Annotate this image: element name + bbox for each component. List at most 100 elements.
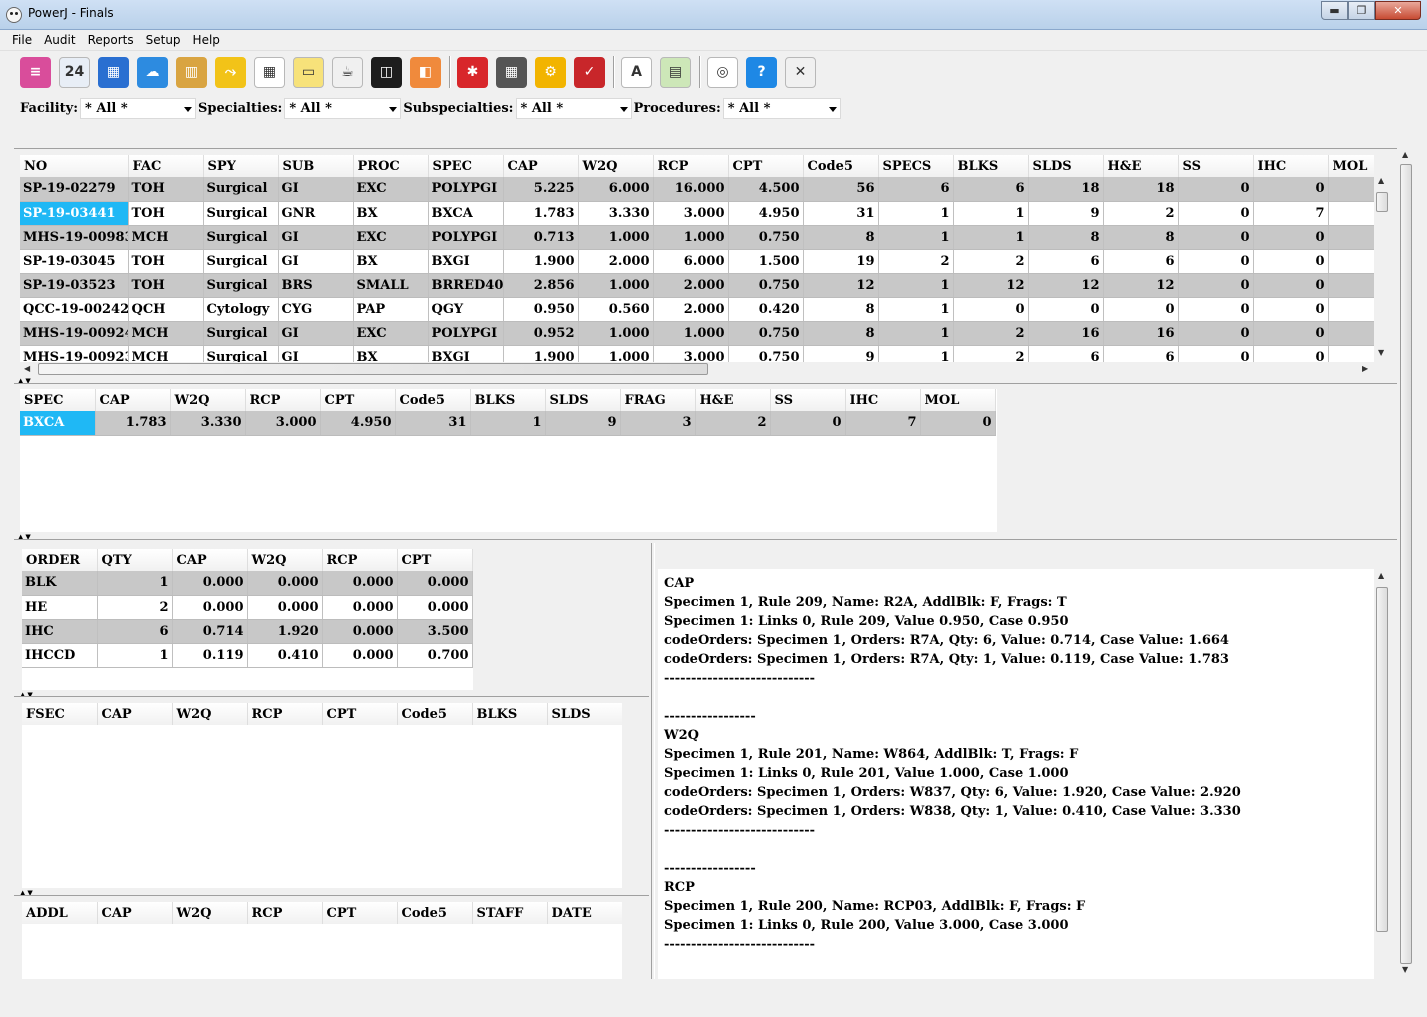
column-header[interactable]: CPT [728, 155, 804, 177]
table-cell[interactable]: Surgical [203, 225, 279, 250]
table-cell[interactable]: 31 [395, 411, 471, 436]
column-header[interactable]: W2Q [578, 155, 654, 177]
column-header[interactable]: NO [20, 155, 129, 177]
table-cell[interactable]: EXC [353, 321, 429, 346]
table-cell[interactable]: 0 [1253, 177, 1329, 202]
column-header[interactable]: CAP [503, 155, 579, 177]
clock-24-icon[interactable]: 24 [59, 56, 90, 88]
vertical-splitter[interactable] [651, 543, 655, 979]
cases-grid[interactable]: NO FAC SPY SUB PROC SPEC CAP W2Q RCP CPT Code5 SPEC… [20, 155, 1374, 362]
table-cell[interactable]: Surgical [203, 201, 279, 226]
column-header[interactable]: SPY [203, 155, 279, 177]
cases-vscrollbar[interactable]: ▲ ▼ [1374, 176, 1390, 362]
scroll-up-icon[interactable]: ▲ [1378, 571, 1384, 580]
database-icon[interactable]: ≡ [20, 56, 51, 88]
close-window-button[interactable]: ✕ [1375, 1, 1421, 20]
table-cell[interactable]: 8 [803, 225, 879, 250]
facility-select[interactable]: * All * [80, 97, 197, 119]
column-header[interactable]: ORDER [22, 549, 98, 571]
menu-help[interactable]: Help [187, 30, 226, 50]
table-row[interactable]: HE 2 0.000 0.000 0.000 0.000 [22, 595, 473, 620]
table-cell[interactable]: POLYPGI [428, 177, 504, 202]
table-cell[interactable]: 1 [878, 225, 954, 250]
table-cell[interactable]: MCH [128, 225, 204, 250]
table-cell[interactable]: 0 [1178, 273, 1254, 298]
column-header[interactable]: SS [1178, 155, 1254, 177]
scroll-thumb[interactable] [1376, 587, 1388, 932]
table-cell[interactable]: 0.952 [503, 321, 579, 346]
table-cell[interactable]: 0 [1178, 321, 1254, 346]
table-cell[interactable]: BXGI [428, 249, 504, 274]
table-cell[interactable]: GI [278, 249, 354, 274]
table-cell[interactable]: GI [278, 177, 354, 202]
table-cell[interactable]: 6 [1103, 249, 1179, 274]
column-header[interactable]: Code5 [395, 389, 471, 411]
splitter[interactable] [14, 383, 1397, 386]
table-cell[interactable]: POLYPGI [428, 225, 504, 250]
procedures-select[interactable]: * All * [722, 97, 841, 119]
table-cell[interactable] [1328, 273, 1374, 298]
column-header[interactable]: SPECS [878, 155, 954, 177]
table-cell[interactable]: BX [353, 249, 429, 274]
table-cell[interactable]: 0 [1253, 249, 1329, 274]
table-cell[interactable]: 0.950 [503, 297, 579, 322]
table-cell[interactable]: 0.700 [397, 643, 473, 668]
table-row[interactable]: BLK 1 0.000 0.000 0.000 0.000 [22, 571, 473, 596]
column-header[interactable]: RCP [322, 549, 398, 571]
scroll-down-icon[interactable]: ▼ [1402, 965, 1408, 974]
scroll-thumb[interactable] [1376, 192, 1388, 212]
calculator-icon[interactable]: ▦ [496, 56, 527, 88]
cloud-icon[interactable]: ☁ [137, 56, 168, 88]
table-cell[interactable]: 0.000 [322, 643, 398, 668]
table-row[interactable]: QCC-19-00242 QCH Cytology CYG PAP QGY 0.950 0.5… [20, 297, 1374, 322]
orders-grid[interactable]: ORDER QTY CAP W2Q RCP CPT BLK 1 0.000 0.000 0.000 0… [22, 549, 473, 690]
table-cell[interactable]: 3.000 [653, 345, 729, 362]
column-header[interactable]: PROC [353, 155, 429, 177]
table-cell[interactable]: 7 [1253, 201, 1329, 226]
table-cell[interactable]: 1 [953, 201, 1029, 226]
table-cell[interactable]: 0.714 [172, 619, 248, 644]
table-cell[interactable]: 7 [845, 411, 921, 436]
table-cell[interactable] [1328, 201, 1374, 226]
scroll-thumb-horizontal[interactable] [38, 363, 708, 375]
table-cell[interactable]: 0.000 [397, 595, 473, 620]
table-cell[interactable]: 8 [1103, 225, 1179, 250]
table-row[interactable]: MHS-19-00923 MCH Surgical GI BX BXGI 1.900 1.00… [20, 345, 1374, 362]
table-cell[interactable] [1328, 321, 1374, 346]
table-cell[interactable]: 19 [803, 249, 879, 274]
table-cell[interactable]: MCH [128, 321, 204, 346]
table-cell[interactable]: 0 [953, 297, 1029, 322]
table-cell[interactable]: GI [278, 225, 354, 250]
table-cell[interactable]: 1 [878, 297, 954, 322]
table-cell[interactable]: 0.410 [247, 643, 323, 668]
specialties-select[interactable]: * All * [284, 97, 402, 119]
splitter[interactable] [14, 539, 1397, 542]
table-cell[interactable]: 12 [803, 273, 879, 298]
column-header[interactable]: SUB [278, 155, 354, 177]
table-cell[interactable]: 0 [1178, 345, 1254, 362]
column-header[interactable]: W2Q [247, 549, 323, 571]
table-cell[interactable]: 0.750 [728, 225, 804, 250]
column-header[interactable]: Code5 [397, 902, 473, 924]
table-row[interactable]: MHS-19-00924 MCH Surgical GI EXC POLYPGI 0.952… [20, 321, 1374, 346]
column-header[interactable]: H&E [695, 389, 771, 411]
column-header[interactable]: H&E [1103, 155, 1179, 177]
table-cell[interactable]: SP-19-03523 [20, 273, 129, 298]
column-header[interactable]: FSEC [22, 703, 98, 725]
table-cell[interactable]: 1.000 [578, 225, 654, 250]
table-cell[interactable]: 18 [1028, 177, 1104, 202]
table-cell[interactable]: 0 [1178, 249, 1254, 274]
table-cell[interactable]: 0.420 [728, 297, 804, 322]
table-cell[interactable]: TOH [128, 201, 204, 226]
subspecialties-select[interactable]: * All * [515, 97, 632, 119]
table-cell[interactable]: Surgical [203, 249, 279, 274]
table-cell[interactable]: 1.000 [578, 273, 654, 298]
table-cell[interactable]: 0 [1253, 273, 1329, 298]
table-row[interactable]: BXCA 1.783 3.330 3.000 4.950 31 1 9 3 2 0 7 0 [20, 411, 996, 436]
scroll-left-icon[interactable]: ◀ [24, 364, 30, 373]
table-cell[interactable] [1328, 345, 1374, 362]
table-row[interactable]: SP-19-03441 TOH Surgical GNR BX BXCA 1.783 3.33… [20, 201, 1374, 226]
table-cell[interactable]: 1.920 [247, 619, 323, 644]
column-header[interactable]: CPT [322, 703, 398, 725]
table-cell[interactable]: BXCA [20, 411, 96, 436]
